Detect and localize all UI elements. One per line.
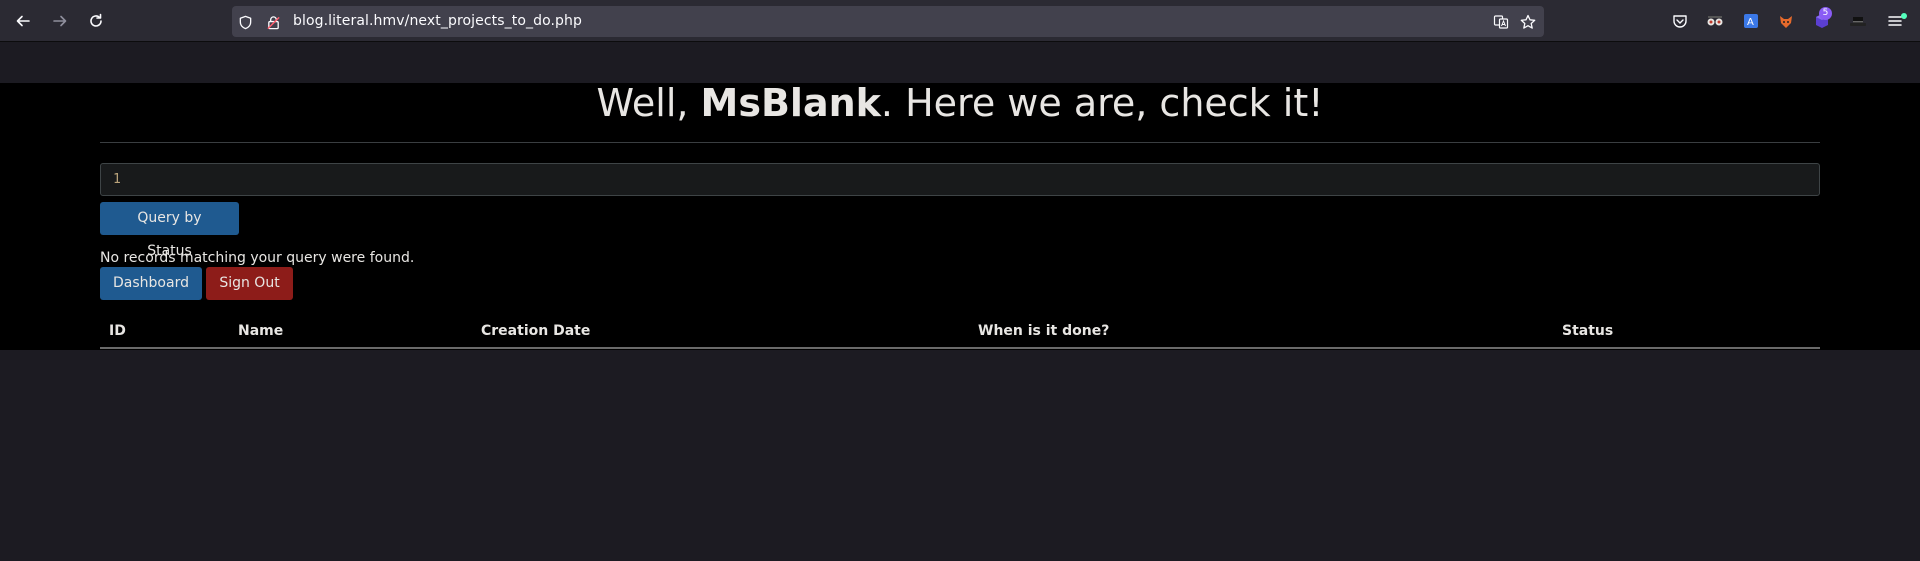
dashboard-button[interactable]: Dashboard [100, 267, 202, 300]
extension-badge: 5 [1819, 7, 1832, 20]
extension-fox-icon[interactable] [1777, 12, 1795, 30]
address-bar[interactable]: blog.literal.hmv/next_projects_to_do.php [232, 6, 1544, 37]
divider [100, 142, 1820, 143]
forward-button[interactable] [48, 9, 72, 33]
back-button[interactable] [11, 9, 35, 33]
browser-toolbar: blog.literal.hmv/next_projects_to_do.php [0, 0, 1920, 42]
extension-glasses-icon[interactable] [1706, 12, 1724, 30]
heading-suffix: . Here we are, check it! [880, 81, 1324, 125]
query-by-status-button[interactable]: Query by Status [100, 202, 239, 259]
extension-translate-icon[interactable]: A [1742, 12, 1760, 30]
column-header-id: ID [109, 323, 126, 339]
forward-arrow-icon [53, 15, 67, 27]
bookmark-star-icon[interactable] [1519, 13, 1537, 31]
projects-table: ID Name Creation Date When is it done? S… [100, 311, 1820, 349]
sign-out-button[interactable]: Sign Out [206, 267, 293, 300]
column-header-when-done: When is it done? [978, 323, 1110, 339]
status-query-input[interactable] [100, 163, 1820, 196]
pocket-icon[interactable] [1671, 12, 1689, 30]
extension-hat-icon[interactable] [1849, 12, 1867, 30]
column-header-creation-date: Creation Date [481, 323, 591, 339]
translate-icon[interactable] [1492, 13, 1510, 31]
page-title: Well, MsBlank. Here we are, check it! [0, 83, 1920, 123]
insecure-lock-icon[interactable] [264, 13, 282, 31]
shield-icon[interactable] [236, 13, 254, 31]
page-content: Well, MsBlank. Here we are, check it! Qu… [0, 83, 1920, 350]
heading-username: MsBlank [700, 81, 881, 125]
no-records-message: No records matching your query were foun… [100, 250, 415, 266]
update-indicator [1901, 13, 1907, 19]
column-header-status: Status [1562, 323, 1614, 339]
back-arrow-icon [16, 15, 30, 27]
url-text[interactable]: blog.literal.hmv/next_projects_to_do.php [293, 13, 582, 29]
reload-icon [90, 13, 102, 27]
column-header-name: Name [238, 323, 284, 339]
reload-button[interactable] [84, 9, 108, 33]
heading-prefix: Well, [596, 81, 701, 125]
svg-text:A: A [1747, 17, 1754, 28]
